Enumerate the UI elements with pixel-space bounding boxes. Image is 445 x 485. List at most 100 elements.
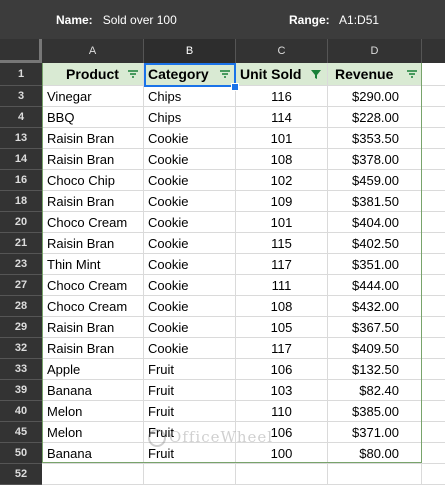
cell-revenue[interactable]: $132.50: [328, 359, 422, 380]
row-number[interactable]: 1: [0, 63, 42, 86]
cell-unit-sold[interactable]: 101: [236, 212, 328, 233]
row-number[interactable]: 4: [0, 107, 42, 128]
empty-cell[interactable]: [422, 359, 445, 380]
cell-revenue[interactable]: $367.50: [328, 317, 422, 338]
filter-active-icon[interactable]: [309, 67, 323, 81]
cell-unit-sold[interactable]: 101: [236, 128, 328, 149]
cell-product[interactable]: Melon: [42, 422, 144, 443]
empty-cell[interactable]: [236, 464, 328, 485]
row-number[interactable]: 18: [0, 191, 42, 212]
cell-category[interactable]: Fruit: [144, 443, 236, 464]
column-header-d[interactable]: D: [328, 39, 422, 63]
cell-unit-sold[interactable]: 114: [236, 107, 328, 128]
filter-view-name[interactable]: Name: Sold over 100: [56, 13, 177, 27]
cell-product[interactable]: Choco Cream: [42, 212, 144, 233]
cell-revenue[interactable]: $371.00: [328, 422, 422, 443]
row-number[interactable]: 45: [0, 422, 42, 443]
cell-product[interactable]: Apple: [42, 359, 144, 380]
cell-unit-sold[interactable]: 108: [236, 296, 328, 317]
cell-revenue[interactable]: $432.00: [328, 296, 422, 317]
cell-category[interactable]: Fruit: [144, 380, 236, 401]
cell-revenue[interactable]: $80.00: [328, 443, 422, 464]
cell-category[interactable]: Cookie: [144, 191, 236, 212]
cell-product[interactable]: Vinegar: [42, 86, 144, 107]
cell-product[interactable]: Choco Cream: [42, 296, 144, 317]
cell-revenue[interactable]: $459.00: [328, 170, 422, 191]
column-header-c[interactable]: C: [236, 39, 328, 63]
cell-unit-sold[interactable]: 100: [236, 443, 328, 464]
empty-cell[interactable]: [422, 212, 445, 233]
cell-product[interactable]: Raisin Bran: [42, 317, 144, 338]
row-number[interactable]: 16: [0, 170, 42, 191]
cell-product[interactable]: Raisin Bran: [42, 149, 144, 170]
empty-cell[interactable]: [422, 86, 445, 107]
cell-category[interactable]: Cookie: [144, 149, 236, 170]
empty-cell[interactable]: [422, 380, 445, 401]
cell-unit-sold[interactable]: 115: [236, 233, 328, 254]
empty-cell[interactable]: [422, 317, 445, 338]
cell-category[interactable]: Fruit: [144, 422, 236, 443]
empty-cell[interactable]: [422, 233, 445, 254]
empty-cell[interactable]: [422, 63, 445, 86]
cell-revenue[interactable]: $351.00: [328, 254, 422, 275]
empty-cell[interactable]: [422, 149, 445, 170]
cell-category[interactable]: Cookie: [144, 254, 236, 275]
header-cell-revenue[interactable]: Revenue: [328, 63, 422, 86]
cell-product[interactable]: BBQ: [42, 107, 144, 128]
column-header-e[interactable]: [422, 39, 445, 63]
row-number[interactable]: 29: [0, 317, 42, 338]
cell-product[interactable]: Choco Chip: [42, 170, 144, 191]
cell-unit-sold[interactable]: 116: [236, 86, 328, 107]
cell-revenue[interactable]: $378.00: [328, 149, 422, 170]
cell-revenue[interactable]: $444.00: [328, 275, 422, 296]
row-number[interactable]: 40: [0, 401, 42, 422]
row-number[interactable]: 3: [0, 86, 42, 107]
row-number[interactable]: 32: [0, 338, 42, 359]
row-number[interactable]: 27: [0, 275, 42, 296]
cell-unit-sold[interactable]: 109: [236, 191, 328, 212]
cell-revenue[interactable]: $385.00: [328, 401, 422, 422]
row-number[interactable]: 13: [0, 128, 42, 149]
cell-unit-sold[interactable]: 102: [236, 170, 328, 191]
cell-unit-sold[interactable]: 117: [236, 254, 328, 275]
header-cell-category[interactable]: Category: [144, 63, 236, 86]
cell-category[interactable]: Fruit: [144, 401, 236, 422]
filter-icon[interactable]: [218, 67, 232, 81]
empty-cell[interactable]: [422, 128, 445, 149]
select-all-corner[interactable]: [0, 39, 42, 63]
column-header-b[interactable]: B: [144, 39, 236, 63]
cell-revenue[interactable]: $409.50: [328, 338, 422, 359]
empty-cell[interactable]: [422, 464, 445, 485]
cell-category[interactable]: Cookie: [144, 170, 236, 191]
empty-cell[interactable]: [422, 296, 445, 317]
cell-category[interactable]: Cookie: [144, 338, 236, 359]
cell-revenue[interactable]: $228.00: [328, 107, 422, 128]
empty-cell[interactable]: [328, 464, 422, 485]
cell-unit-sold[interactable]: 105: [236, 317, 328, 338]
cell-revenue[interactable]: $404.00: [328, 212, 422, 233]
row-number[interactable]: 33: [0, 359, 42, 380]
empty-cell[interactable]: [422, 422, 445, 443]
row-number[interactable]: 39: [0, 380, 42, 401]
row-number[interactable]: 52: [0, 464, 42, 485]
cell-category[interactable]: Chips: [144, 107, 236, 128]
cell-category[interactable]: Cookie: [144, 233, 236, 254]
empty-cell[interactable]: [422, 191, 445, 212]
column-header-a[interactable]: A: [42, 39, 144, 63]
cell-category[interactable]: Fruit: [144, 359, 236, 380]
row-number[interactable]: 20: [0, 212, 42, 233]
empty-cell[interactable]: [422, 107, 445, 128]
cell-revenue[interactable]: $381.50: [328, 191, 422, 212]
empty-cell[interactable]: [42, 464, 144, 485]
row-number[interactable]: 50: [0, 443, 42, 464]
row-number[interactable]: 23: [0, 254, 42, 275]
row-number[interactable]: 28: [0, 296, 42, 317]
cell-category[interactable]: Cookie: [144, 128, 236, 149]
cell-product[interactable]: Banana: [42, 380, 144, 401]
cell-unit-sold[interactable]: 103: [236, 380, 328, 401]
empty-cell[interactable]: [422, 443, 445, 464]
cell-unit-sold[interactable]: 117: [236, 338, 328, 359]
header-cell-unit-sold[interactable]: Unit Sold: [236, 63, 328, 86]
cell-unit-sold[interactable]: 106: [236, 422, 328, 443]
empty-cell[interactable]: [422, 254, 445, 275]
